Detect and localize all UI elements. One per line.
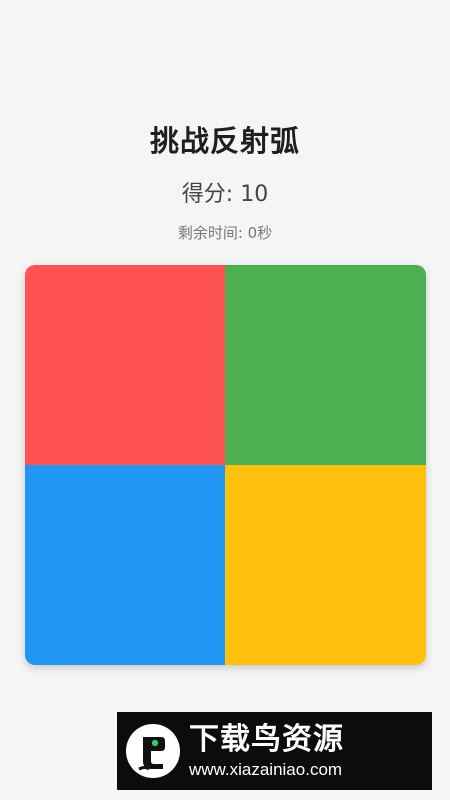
- game-screen: 挑战反射弧 得分: 10 剩余时间: 0秒 下载鸟资源 www.xiazaini…: [0, 0, 450, 800]
- game-title: 挑战反射弧: [149, 124, 300, 158]
- tile-green[interactable]: [225, 265, 426, 465]
- score-display: 得分: 10: [181, 182, 269, 207]
- tile-yellow[interactable]: [225, 465, 426, 665]
- timer-display: 剩余时间: 0秒: [177, 224, 273, 242]
- tile-red[interactable]: [25, 265, 225, 465]
- bird-logo-icon: [125, 723, 181, 779]
- watermark-banner: 下载鸟资源 www.xiazainiao.com: [117, 712, 432, 790]
- tile-blue[interactable]: [25, 465, 225, 665]
- watermark-brand: 下载鸟资源: [189, 722, 344, 757]
- color-board: [25, 265, 426, 665]
- watermark-url: www.xiazainiao.com: [189, 760, 343, 779]
